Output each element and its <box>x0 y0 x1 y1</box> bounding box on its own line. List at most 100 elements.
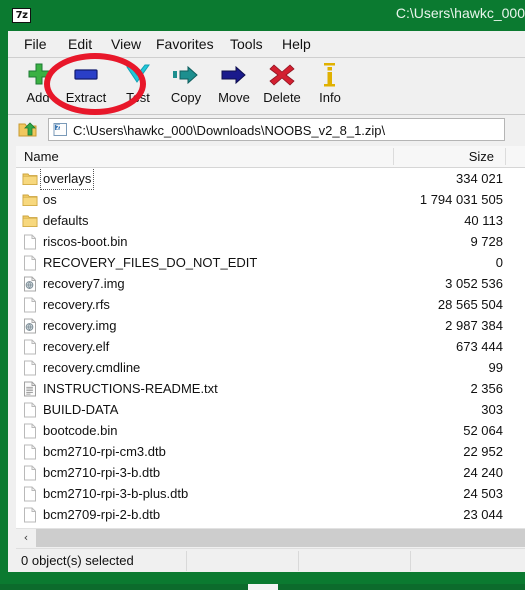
window-title: C:\Users\hawkc_000 <box>395 5 525 21</box>
scroll-left-arrow-icon[interactable]: ‹ <box>16 529 36 547</box>
table-row[interactable]: bootcode.bin 52 064 <box>16 420 525 441</box>
table-row[interactable]: INSTRUCTIONS-README.txt 2 356 <box>16 378 525 399</box>
horizontal-scrollbar[interactable]: ‹ <box>16 528 525 547</box>
toolbar-button-add[interactable]: Add <box>12 60 64 112</box>
toolbar-button-extract[interactable]: Extract <box>60 60 112 112</box>
file-name[interactable]: recovery.rfs <box>43 294 110 315</box>
file-name[interactable]: recovery.img <box>43 315 116 336</box>
toolbar-button-label: Test <box>126 90 150 105</box>
table-row[interactable]: bcm2710-rpi-3-b-plus.dtb 24 503 <box>16 483 525 504</box>
file-name[interactable]: recovery.cmdline <box>43 357 140 378</box>
filelist-header: Name Size <box>16 146 525 168</box>
column-divider[interactable] <box>393 148 394 165</box>
taskbar-item[interactable] <box>248 584 278 590</box>
file-size: 2 987 384 <box>445 318 503 333</box>
menu-item-help[interactable]: Help <box>276 35 317 54</box>
status-selection-text: 0 object(s) selected <box>21 553 134 568</box>
image-file-icon <box>22 276 38 292</box>
file-name[interactable]: defaults <box>43 210 89 231</box>
check-icon <box>112 60 164 90</box>
table-row[interactable]: overlays 334 021 <box>16 168 525 190</box>
file-name[interactable]: recovery.elf <box>43 336 109 357</box>
toolbar-button-label: Move <box>218 90 250 105</box>
table-row[interactable]: recovery7.img 3 052 536 <box>16 273 525 294</box>
file-name[interactable]: riscos-boot.bin <box>43 231 128 252</box>
table-row[interactable]: bcm2710-rpi-3-b.dtb 24 240 <box>16 462 525 483</box>
file-name[interactable]: RECOVERY_FILES_DO_NOT_EDIT <box>43 252 257 273</box>
table-row[interactable]: defaults 40 113 <box>16 210 525 231</box>
scrollbar-track[interactable] <box>36 529 525 547</box>
menu-bar: File Edit View Favorites Tools Help <box>8 31 525 58</box>
file-size: 22 952 <box>463 444 503 459</box>
table-row[interactable]: recovery.elf 673 444 <box>16 336 525 357</box>
file-icon <box>22 297 38 313</box>
file-size: 28 565 504 <box>437 297 503 312</box>
file-size: 9 728 <box>470 234 503 249</box>
table-row[interactable]: recovery.img 2 987 384 <box>16 315 525 336</box>
file-icon <box>22 507 38 523</box>
file-name[interactable]: os <box>43 189 57 210</box>
toolbar-button-test[interactable]: Test <box>112 60 164 112</box>
table-row[interactable]: riscos-boot.bin 9 728 <box>16 231 525 252</box>
file-name[interactable]: overlays <box>39 168 95 190</box>
toolbar-button-label: Copy <box>170 90 202 105</box>
menu-item-edit[interactable]: Edit <box>62 35 98 54</box>
file-name[interactable]: recovery7.img <box>43 273 125 294</box>
file-name[interactable]: bcm2710-rpi-cm3.dtb <box>43 441 166 462</box>
toolbar-button-move[interactable]: Move <box>208 60 260 112</box>
table-row[interactable]: bcm2710-rpi-cm3.dtb 22 952 <box>16 441 525 462</box>
toolbar-button-label: Extract <box>65 90 107 105</box>
file-name[interactable]: bootcode.bin <box>43 420 117 441</box>
menu-item-view[interactable]: View <box>105 35 147 54</box>
toolbar-button-label: Info <box>319 90 341 105</box>
folder-icon <box>22 192 38 208</box>
folder-up-icon[interactable] <box>16 119 40 141</box>
copy-arrow-icon <box>160 60 212 90</box>
plus-icon <box>12 60 64 90</box>
file-icon <box>22 402 38 418</box>
filelist-body[interactable]: overlays 334 021 os 1 794 031 505 defaults 40… <box>16 168 525 528</box>
file-name[interactable]: BUILD-DATA <box>43 399 118 420</box>
menu-item-file[interactable]: File <box>18 35 53 54</box>
file-size: 40 113 <box>464 213 503 228</box>
file-name[interactable]: bcm2710-rpi-3-b.dtb <box>43 462 160 483</box>
toolbar-button-delete[interactable]: Delete <box>256 60 308 112</box>
extract-bar-icon <box>60 60 112 90</box>
file-icon <box>22 486 38 502</box>
desktop-background: 7z C:\Users\hawkc_000 File Edit View Favori… <box>0 0 525 590</box>
column-header-size[interactable]: Size <box>396 146 506 167</box>
file-name[interactable]: INSTRUCTIONS-README.txt <box>43 378 218 399</box>
file-name[interactable]: bcm2710-rpi-3-b-plus.dtb <box>43 483 188 504</box>
file-size: 673 444 <box>456 339 503 354</box>
table-row[interactable]: recovery.rfs 28 565 504 <box>16 294 525 315</box>
table-row[interactable]: recovery.cmdline 99 <box>16 357 525 378</box>
menu-item-tools[interactable]: Tools <box>224 35 269 54</box>
address-bar: Z C:\Users\hawkc_000\Downloads\NOOBS_v2_… <box>8 115 525 144</box>
status-divider <box>186 551 187 571</box>
table-row[interactable]: RECOVERY_FILES_DO_NOT_EDIT 0 <box>16 252 525 273</box>
column-divider[interactable] <box>505 148 506 165</box>
status-divider <box>298 551 299 571</box>
file-icon <box>22 465 38 481</box>
table-row[interactable]: os 1 794 031 505 <box>16 189 525 210</box>
file-icon <box>22 255 38 271</box>
file-icon <box>22 423 38 439</box>
file-name[interactable]: bcm2709-rpi-2-b.dtb <box>43 504 160 525</box>
table-row[interactable]: bcm2709-rpi-2-b.dtb 23 044 <box>16 504 525 525</box>
file-size: 24 503 <box>463 486 503 501</box>
toolbar-button-copy[interactable]: Copy <box>160 60 212 112</box>
path-combobox[interactable]: Z C:\Users\hawkc_000\Downloads\NOOBS_v2_… <box>48 118 505 141</box>
file-size: 24 240 <box>463 465 503 480</box>
file-size: 1 794 031 505 <box>419 192 503 207</box>
file-size: 0 <box>495 255 503 270</box>
file-size: 52 064 <box>463 423 503 438</box>
toolbar-button-label: Delete <box>263 90 301 105</box>
text-file-icon <box>22 381 38 397</box>
file-size: 2 356 <box>470 381 503 396</box>
table-row[interactable]: BUILD-DATA 303 <box>16 399 525 420</box>
menu-item-favorites[interactable]: Favorites <box>150 35 220 54</box>
column-header-name[interactable]: Name <box>24 146 394 167</box>
toolbar-button-info[interactable]: Info <box>304 60 356 112</box>
app-logo-icon: 7z <box>12 8 31 23</box>
file-size: 99 <box>488 360 503 375</box>
